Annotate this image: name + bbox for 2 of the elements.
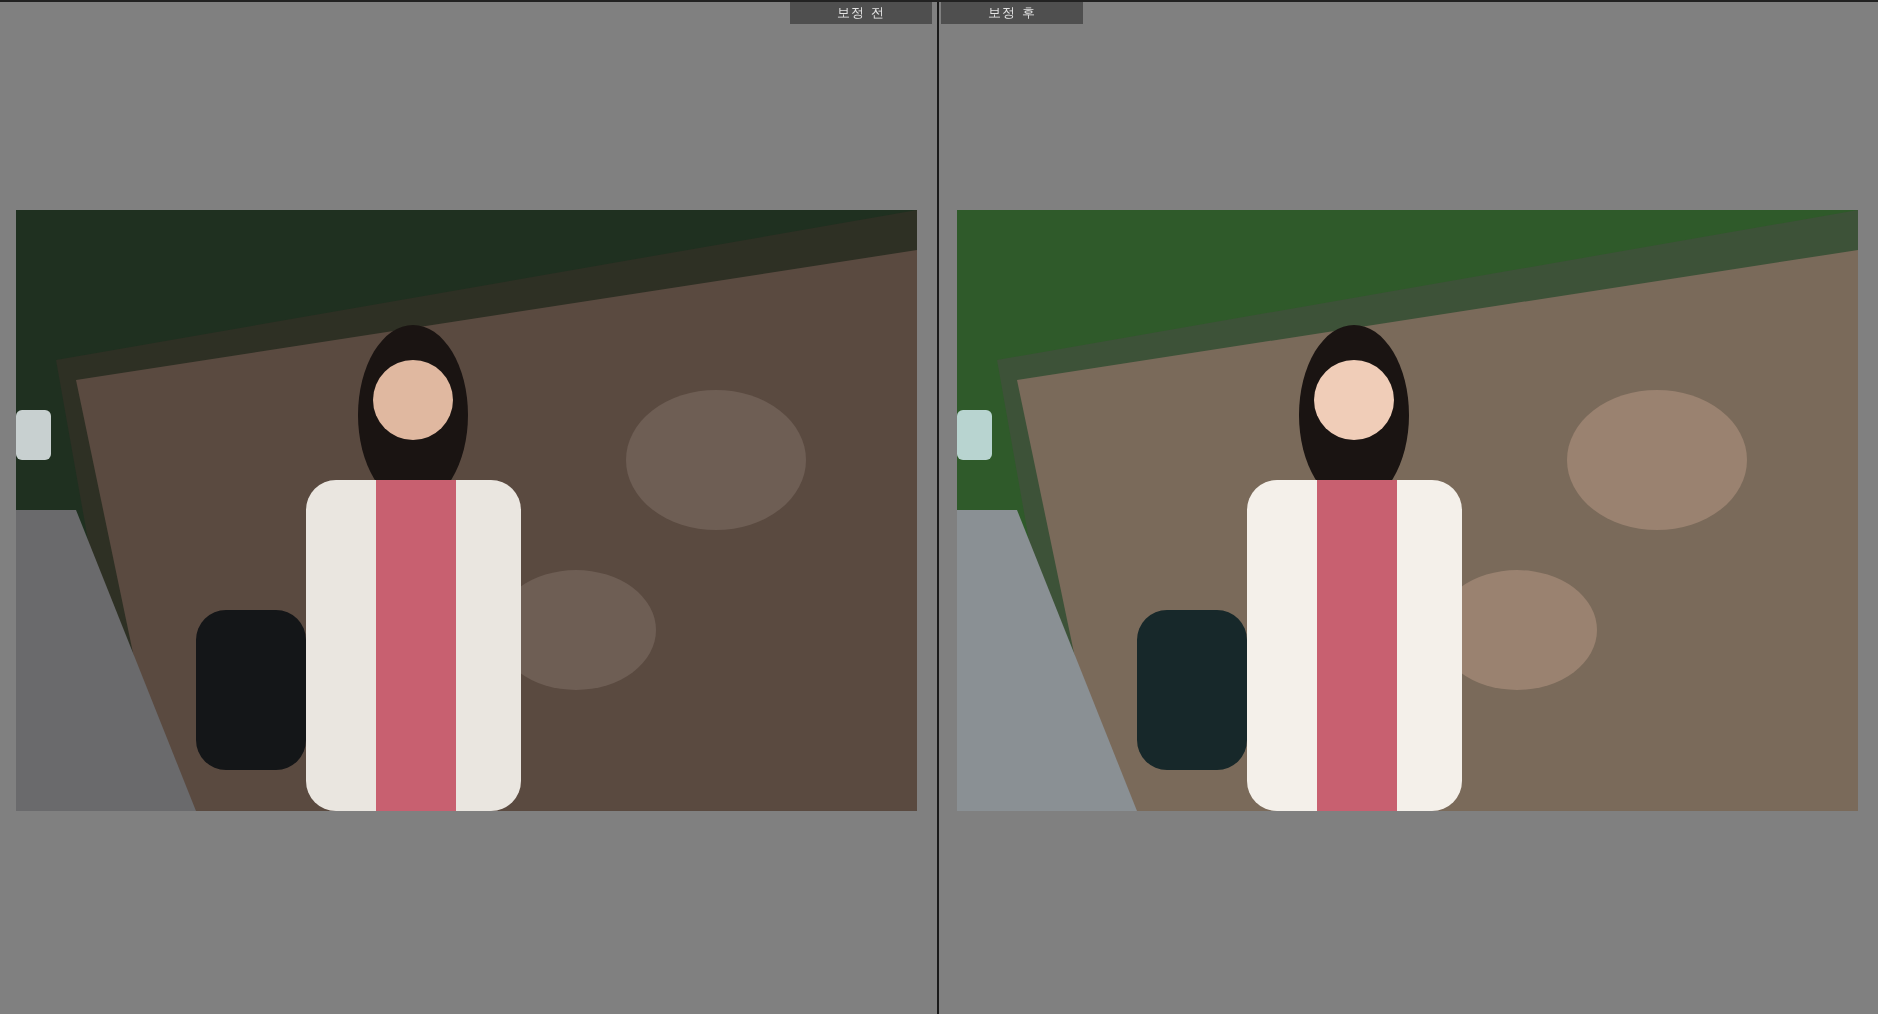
view-label: 보정 후 (941, 2, 1083, 24)
view-label: 보정 전 (790, 2, 932, 24)
